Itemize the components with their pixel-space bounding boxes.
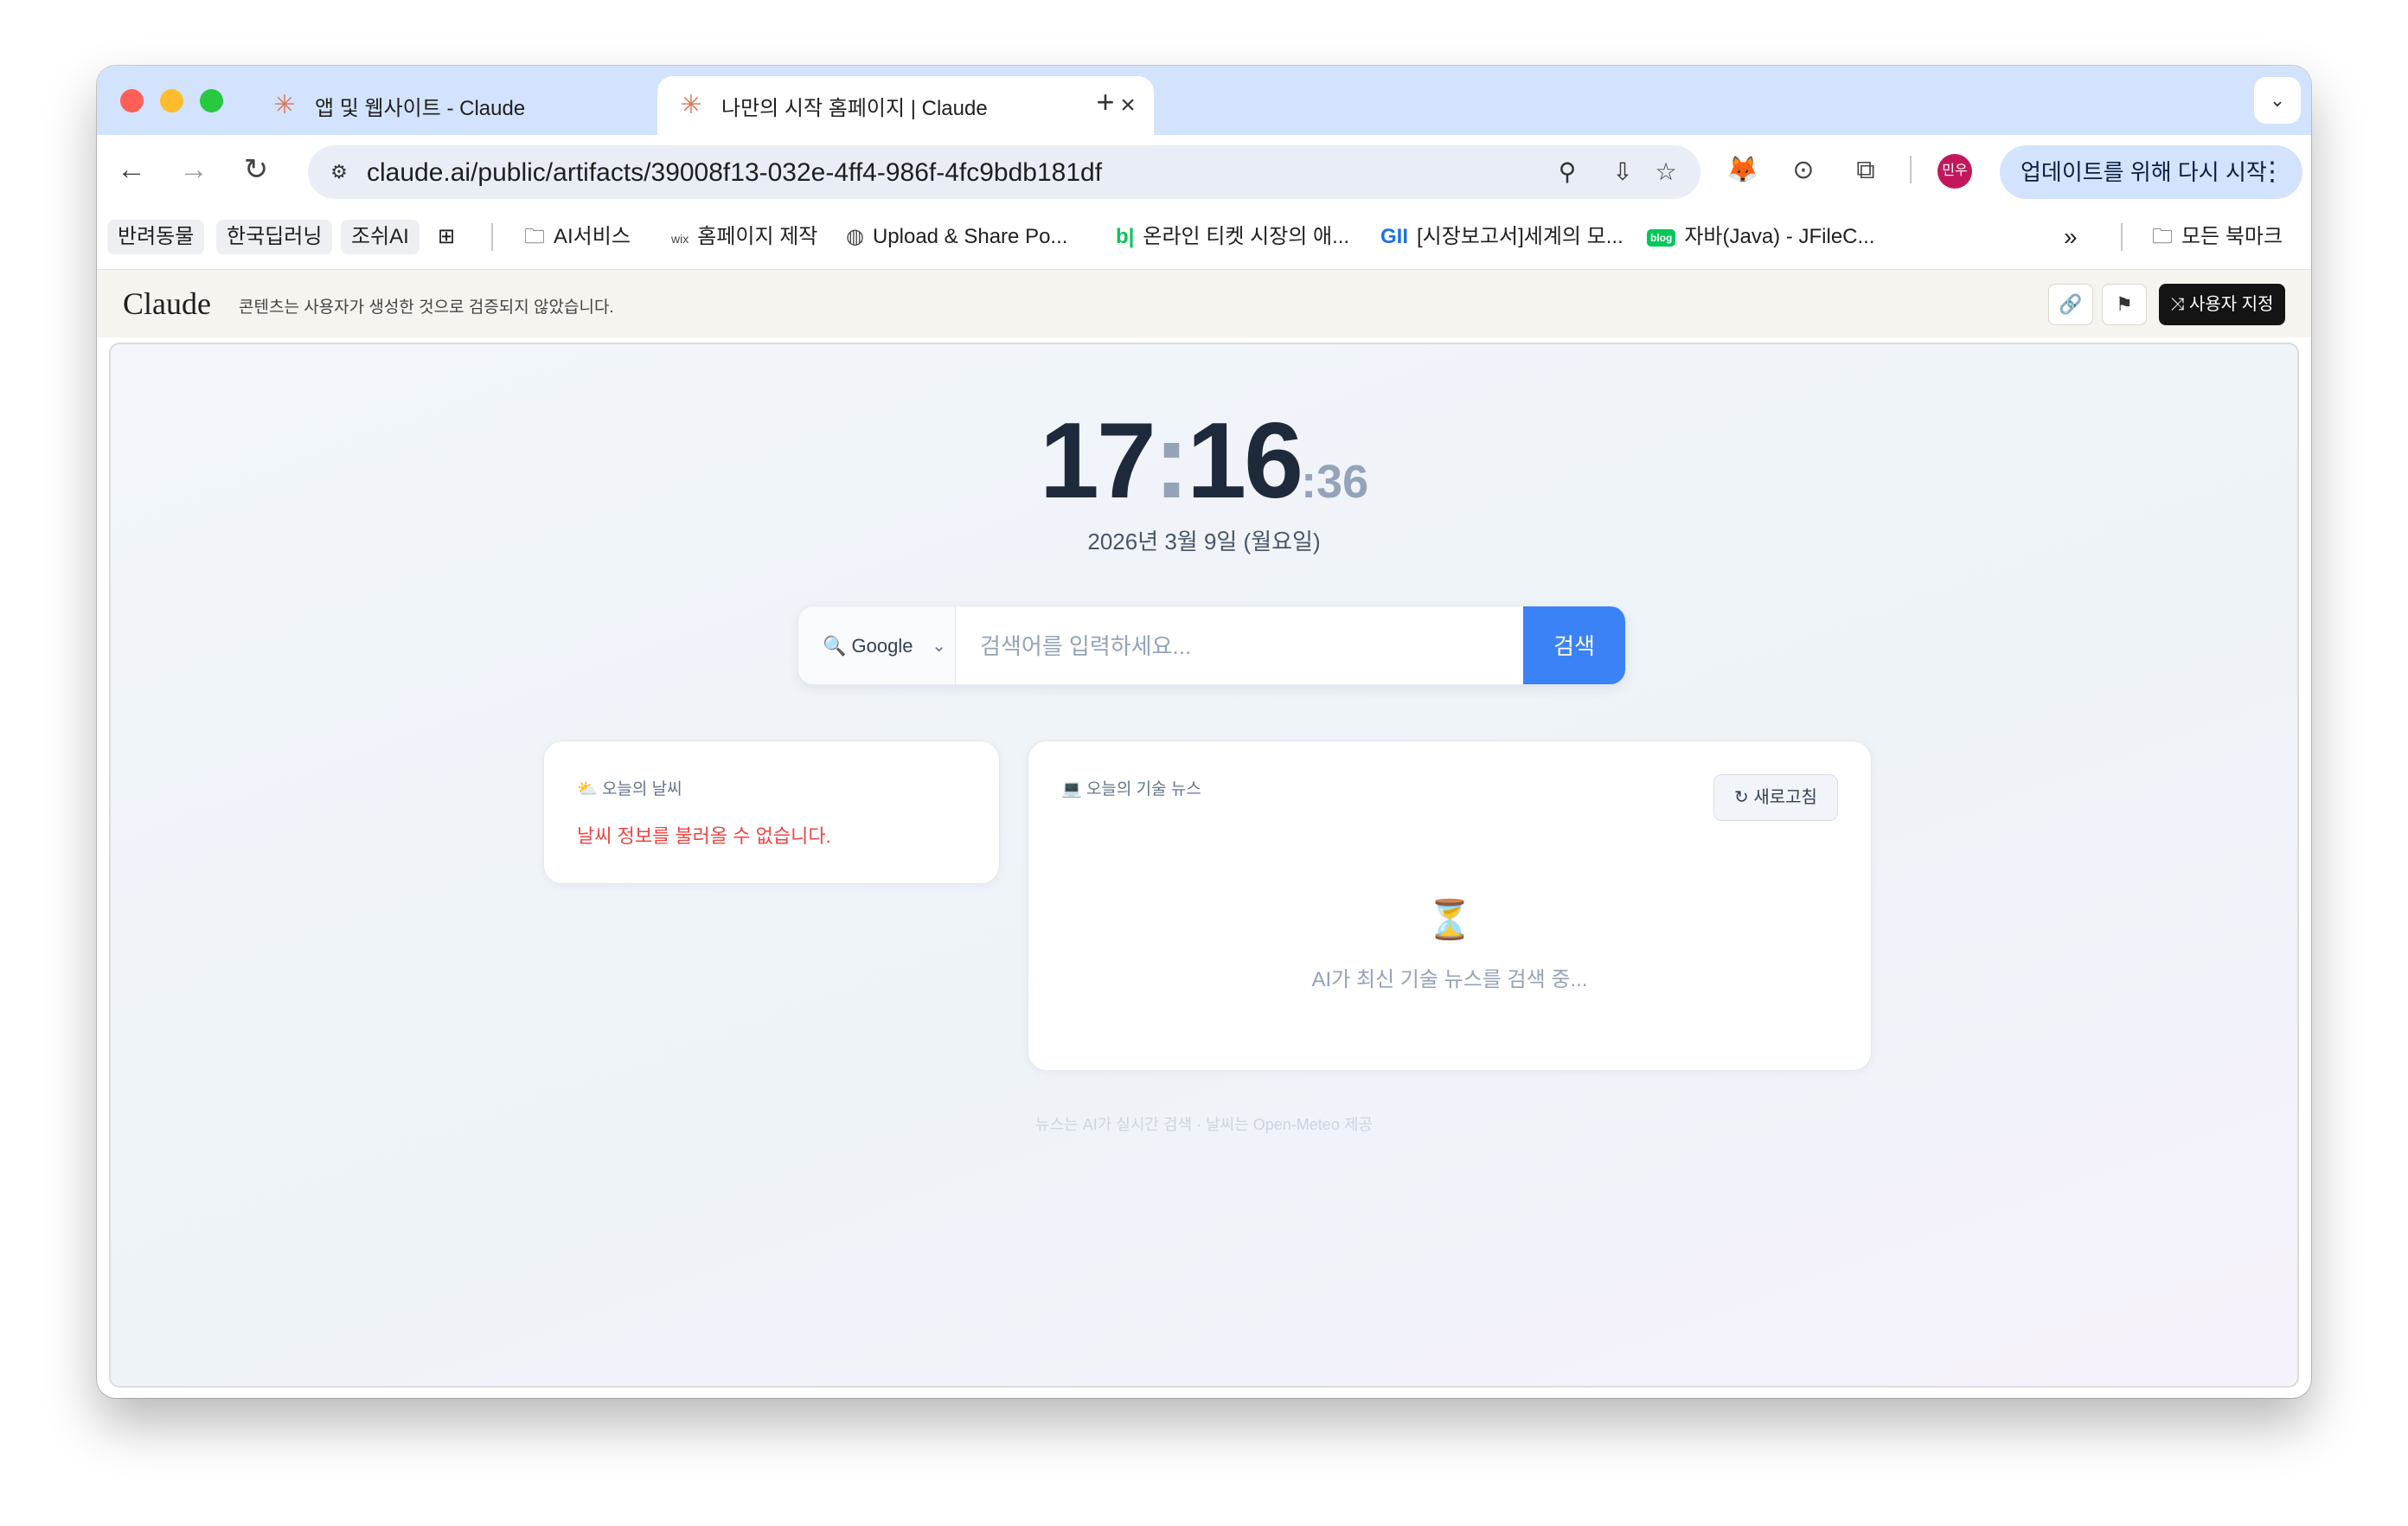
close-window-button[interactable] (120, 89, 144, 112)
forward-arrow-icon[interactable]: → (173, 149, 215, 190)
profile-avatar[interactable]: 민우 (1937, 154, 1972, 189)
digital-clock: 17:16:36 (111, 405, 2297, 538)
bookmark-ai-services[interactable]: 🗀 AI서비스 (524, 220, 631, 254)
bookmark-joshai[interactable]: 조쉬AI (341, 220, 419, 254)
news-loading-text: AI가 최신 기술 뉴스를 검색 중... (1311, 968, 1588, 991)
tech-news-card: 💻 오늘의 기술 뉴스 ↻ 새로고침 ⏳ AI가 최신 기술 뉴스를 검색 중.… (1028, 741, 1872, 1071)
browser-window: ✳ 앱 및 웹사이트 - Claude × ✳ 나만의 시작 홈페이지 | Cl… (97, 66, 2311, 1398)
blog-icon: blog (1647, 228, 1676, 247)
bookmark-korea-deeplearning[interactable]: 한국딥러닝 (216, 220, 333, 254)
tab-title: 앱 및 웹사이트 - Claude (315, 96, 526, 120)
clock-minutes: 16 (1187, 401, 1303, 521)
bookmark-all-bookmarks[interactable]: 🗀 모든 북마크 (2152, 220, 2283, 254)
search-button[interactable]: 검색 (1523, 606, 1625, 684)
wix-icon: wix (671, 232, 689, 246)
extensions-puzzle-icon[interactable]: ⧉ (1846, 151, 1886, 190)
toolbar-divider (1910, 156, 1912, 183)
laptop-icon: 💻 (1061, 780, 1082, 798)
bookmark-upload-share[interactable]: ◍ Upload & Share Po... (846, 220, 1067, 254)
gii-icon: GII (1380, 225, 1409, 248)
address-bar[interactable]: ⚙ claude.ai/public/artifacts/39008f13-03… (308, 145, 1700, 199)
bookmarks-divider (2121, 223, 2123, 251)
bookmarks-bar: 반려동물 한국딥러닝 조쉬AI ⊞ 🗀 AI서비스 wix 홈페이지 제작 ◍ Upl… (97, 204, 2311, 270)
hourglass-icon: ⏳ (1425, 899, 1474, 941)
copy-link-icon[interactable]: 🔗 (2048, 284, 2093, 325)
customize-button[interactable]: ⤨ 사용자 지정 (2159, 284, 2285, 325)
tab-start-homepage[interactable]: ✳ 나만의 시작 홈페이지 | Claude × (657, 76, 1154, 135)
clock-hours: 17 (1039, 401, 1156, 521)
bookmark-star-icon[interactable]: ☆ (1647, 153, 1685, 191)
reload-icon[interactable]: ↻ (235, 149, 277, 190)
report-flag-icon[interactable]: ⚑ (2102, 284, 2147, 325)
folder-icon: 🗀 (524, 225, 545, 248)
claude-artifact-header: Claude 콘텐츠는 사용자가 생성한 것으로 검증되지 않았습니다. 🔗 ⚑… (97, 270, 2311, 337)
weather-card: ⛅ 오늘의 날씨 날씨 정보를 불러올 수 없습니다. (543, 741, 1000, 884)
zoom-icon[interactable]: ⚲ (1548, 153, 1586, 191)
claude-favicon-icon: ✳ (273, 91, 296, 119)
search-box: 🔍 Google ⌄ 검색 (797, 606, 1626, 685)
apps-grid-icon[interactable]: ⊞ (438, 220, 455, 254)
new-tab-button[interactable]: + (1085, 81, 1126, 123)
page-footer: 뉴스는 AI가 실시간 검색 · 날씨는 Open-Meteo 제공 (1035, 1116, 1373, 1133)
weather-error-message: 날씨 정보를 불러올 수 없습니다. (577, 825, 831, 847)
claude-favicon-icon: ✳ (680, 91, 702, 119)
clock-colon: : (1153, 401, 1189, 521)
artifact-page: 17:16:36 2026년 3월 9일 (월요일) 🔍 Google ⌄ 검색… (109, 343, 2299, 1388)
bookmarks-divider (491, 223, 493, 251)
back-arrow-icon[interactable]: ← (111, 149, 152, 190)
chevron-down-icon: ⌄ (932, 637, 946, 656)
bookmark-java-jfilechooser[interactable]: blog 자바(Java) - JFileC... (1647, 220, 1875, 254)
tab-search-chevron-icon[interactable]: ⌄ (2254, 77, 2301, 124)
bookmark-ticket-market[interactable]: b| 온라인 티켓 시장의 애... (1116, 220, 1349, 254)
update-label: 업데이트를 위해 다시 시작 (2021, 159, 2267, 185)
maximize-window-button[interactable] (200, 89, 223, 112)
clock-date: 2026년 3월 9일 (월요일) (1087, 529, 1321, 555)
claude-logo[interactable]: Claude (123, 285, 211, 322)
bl-icon: b| (1116, 225, 1135, 248)
sun-cloud-icon: ⛅ (577, 780, 598, 798)
globe-icon: ◍ (846, 225, 864, 248)
unverified-content-notice: 콘텐츠는 사용자가 생성한 것으로 검증되지 않았습니다. (239, 298, 614, 317)
site-settings-icon[interactable]: ⚙ (322, 155, 356, 189)
tab-strip: ✳ 앱 및 웹사이트 - Claude × ✳ 나만의 시작 홈페이지 | Cl… (97, 66, 2311, 135)
shuffle-icon: ⤨ (2170, 295, 2189, 314)
menu-kebab-icon[interactable]: ⋮ (2259, 145, 2285, 199)
news-card-title: 💻 오늘의 기술 뉴스 (1061, 780, 1201, 798)
folder-icon: 🗀 (2152, 225, 2173, 248)
customize-label: 사용자 지정 (2189, 295, 2274, 314)
search-magnifier-icon: 🔍 (823, 635, 847, 657)
clock-seconds: :36 (1301, 456, 1369, 508)
minimize-window-button[interactable] (160, 89, 183, 112)
refresh-button[interactable]: ↻ 새로고침 (1713, 774, 1838, 821)
search-engine-select[interactable]: 🔍 Google ⌄ (798, 606, 956, 684)
bookmark-pets[interactable]: 반려동물 (107, 220, 205, 254)
bookmark-homepage-builder[interactable]: wix 홈페이지 제작 (671, 220, 817, 254)
extension-circle-icon[interactable]: ⊙ (1784, 151, 1823, 190)
refresh-icon: ↻ (1734, 788, 1749, 807)
install-app-icon[interactable]: ⇩ (1604, 153, 1642, 191)
url-text[interactable]: claude.ai/public/artifacts/39008f13-032e… (367, 158, 1102, 188)
search-engine-label: Google (851, 635, 913, 657)
tab-title: 나만의 시작 홈페이지 | Claude (721, 96, 988, 120)
more-bookmarks-chevron-icon[interactable]: » (2064, 220, 2078, 254)
search-input[interactable] (956, 606, 1523, 684)
bookmark-market-report[interactable]: GII [시장보고서]세계의 모... (1380, 220, 1623, 254)
metamask-extension-icon[interactable]: 🦊 (1723, 151, 1763, 190)
weather-card-title: ⛅ 오늘의 날씨 (577, 780, 682, 798)
toolbar: ← → ↻ ⚙ claude.ai/public/artifacts/39008… (97, 135, 2311, 204)
update-restart-button[interactable]: 업데이트를 위해 다시 시작 ⋮ (2000, 145, 2302, 199)
